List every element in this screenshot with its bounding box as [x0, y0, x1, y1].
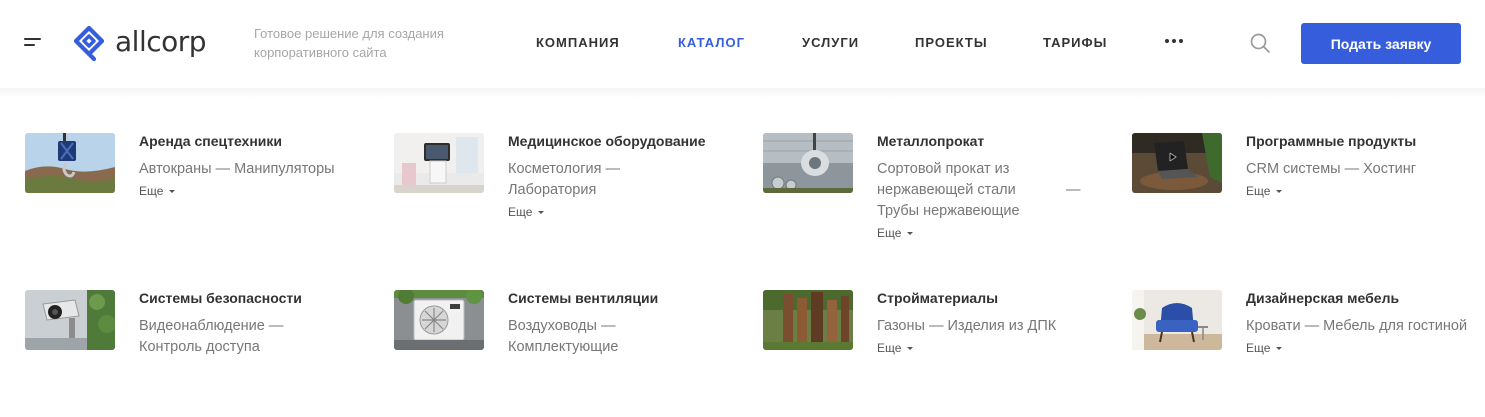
more-dropdown[interactable]: Еще	[1246, 341, 1283, 355]
catalog-title[interactable]: Металлопрокат	[877, 132, 1107, 150]
subcategory-link[interactable]: CRM системы	[1246, 161, 1341, 177]
metal-roll-image[interactable]	[763, 133, 853, 193]
logo-text: allcorp	[115, 24, 207, 58]
more-label: Еще	[1246, 184, 1271, 198]
subcategory-list: Автокраны — Манипуляторы	[139, 161, 335, 177]
caret-down-icon	[907, 346, 914, 350]
subcategory-link[interactable]: Кровати	[1246, 318, 1301, 334]
air-conditioner-image[interactable]	[394, 290, 484, 350]
logo-icon	[73, 25, 105, 61]
more-dots-icon[interactable]	[1163, 31, 1185, 51]
catalog-title[interactable]: Системы вентиляции	[508, 289, 738, 307]
more-label: Еще	[139, 184, 164, 198]
subcategory-link[interactable]: Газоны	[877, 318, 925, 334]
caret-down-icon	[1276, 346, 1283, 350]
catalog-title[interactable]: Медицинское оборудование	[508, 132, 738, 150]
armchair-image[interactable]	[1132, 290, 1222, 350]
caret-down-icon	[538, 210, 545, 214]
subcategory-link[interactable]: Комплектующие	[508, 339, 618, 355]
catalog-title[interactable]: Программные продукты	[1246, 132, 1476, 150]
subcategory-list: Кровати — Мебель для гостиной	[1246, 318, 1468, 334]
more-dropdown[interactable]: Еще	[1246, 184, 1283, 198]
medical-device-image[interactable]	[394, 133, 484, 193]
nav-item-services[interactable]: УСЛУГИ	[802, 35, 859, 50]
submit-request-button[interactable]: Подать заявку	[1301, 23, 1461, 64]
subcategory-list: Косметология — Лаборатория	[508, 161, 620, 198]
more-dropdown[interactable]: Еще	[508, 205, 545, 219]
tagline: Готовое решение для создания корпоративн…	[254, 26, 444, 60]
logo[interactable]: allcorp	[72, 24, 207, 61]
subcategory-link[interactable]: Хостинг	[1363, 161, 1416, 177]
crane-hook-image[interactable]	[25, 133, 115, 193]
subcategory-list: Воздуховоды — Комплектующие	[508, 318, 619, 355]
subcategory-link[interactable]: Контроль доступа	[139, 339, 260, 355]
catalog-title[interactable]: Дизайнерская мебель	[1246, 289, 1476, 307]
more-dropdown[interactable]: Еще	[877, 341, 914, 355]
dropdown-shadow	[0, 88, 1485, 98]
more-label: Еще	[877, 226, 902, 240]
subcategory-list: CRM системы — Хостинг	[1246, 161, 1417, 177]
subcategory-list: Видеонаблюдение — Контроль доступа	[139, 318, 284, 355]
subcategory-link[interactable]: Автокраны	[139, 161, 212, 177]
subcategory-link[interactable]: Видеонаблюдение	[139, 318, 265, 334]
caret-down-icon	[1276, 189, 1283, 193]
subcategory-link[interactable]: Лаборатория	[508, 182, 596, 198]
subcategory-list: Газоны — Изделия из ДПК	[877, 318, 1057, 334]
nav-item-company[interactable]: КОМПАНИЯ	[536, 35, 620, 50]
nav-item-tariffs[interactable]: ТАРИФЫ	[1043, 35, 1107, 50]
laptop-image[interactable]	[1132, 133, 1222, 193]
more-label: Еще	[1246, 341, 1271, 355]
more-label: Еще	[877, 341, 902, 355]
catalog-title[interactable]: Аренда спецтехники	[139, 132, 369, 150]
more-dropdown[interactable]: Еще	[139, 184, 176, 198]
subcategory-list: Сортовой прокат из нержавеющей стали — Т…	[877, 159, 1081, 219]
security-camera-image[interactable]	[25, 290, 115, 350]
more-dropdown[interactable]: Еще	[877, 226, 914, 240]
nav-item-catalog[interactable]: КАТАЛОГ	[678, 35, 745, 50]
subcategory-link[interactable]: Изделия из ДПК	[947, 318, 1056, 334]
caret-down-icon	[907, 231, 914, 235]
search-icon[interactable]	[1249, 32, 1271, 54]
site-header: allcorp Готовое решение для создания кор…	[0, 0, 1485, 88]
subcategory-link[interactable]: Трубы нержавеющие	[877, 203, 1020, 219]
subcategory-link[interactable]: Сортовой прокат из нержавеющей стали	[877, 159, 1062, 201]
caret-down-icon	[169, 189, 176, 193]
catalog-title[interactable]: Системы безопасности	[139, 289, 369, 307]
subcategory-link[interactable]: Косметология	[508, 161, 601, 177]
more-label: Еще	[508, 205, 533, 219]
wood-boards-image[interactable]	[763, 290, 853, 350]
nav-item-projects[interactable]: ПРОЕКТЫ	[915, 35, 988, 50]
subcategory-link[interactable]: Воздуховоды	[508, 318, 597, 334]
subcategory-link[interactable]: Манипуляторы	[234, 161, 335, 177]
catalog-title[interactable]: Стройматериалы	[877, 289, 1107, 307]
subcategory-link[interactable]: Мебель для гостиной	[1323, 318, 1467, 334]
burger-menu-icon[interactable]	[24, 36, 42, 48]
